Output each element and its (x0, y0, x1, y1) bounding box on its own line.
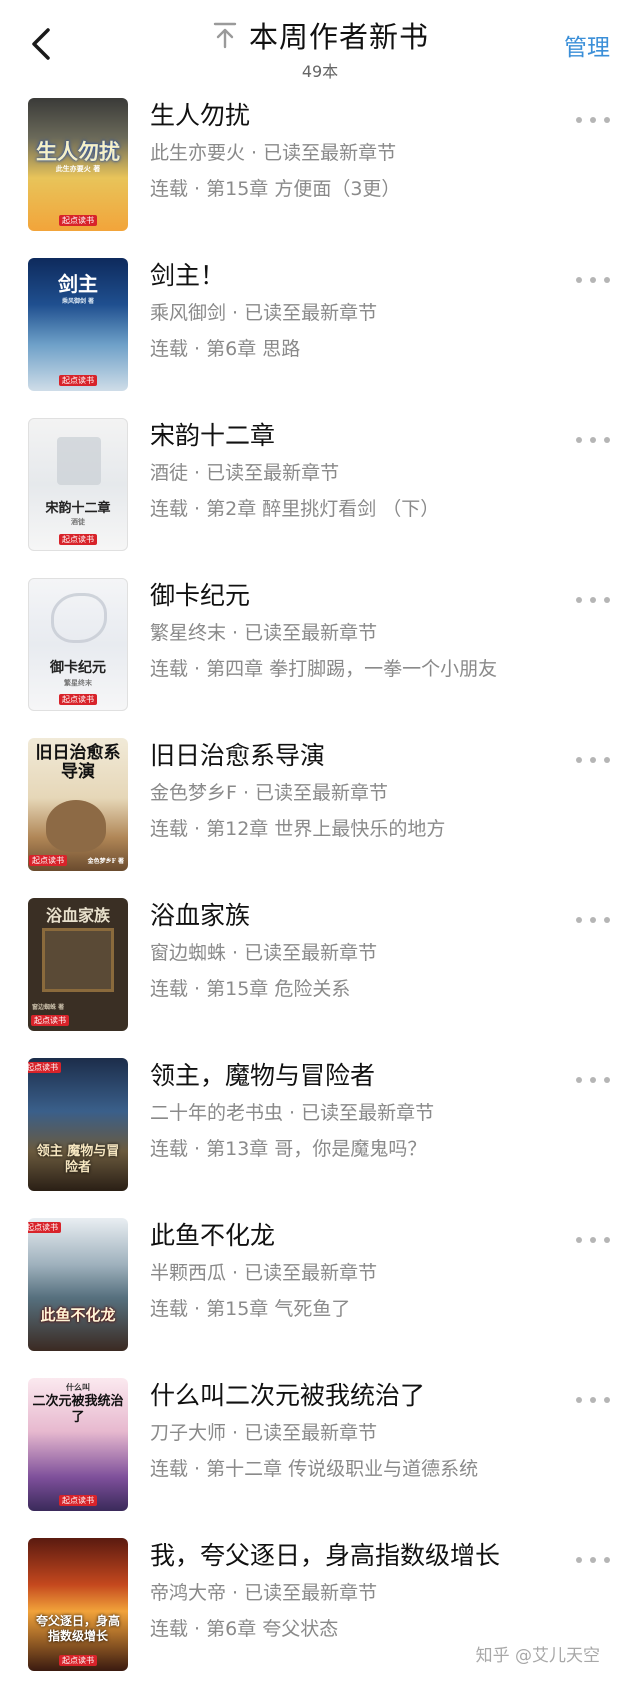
publisher-badge: 起点读书 (59, 534, 97, 545)
latest-chapter: 连载 · 第15章 危险关系 (150, 978, 351, 1000)
cover-title: 二次元被我统治了 (32, 1394, 124, 1425)
list-item[interactable]: 剑主 乘风御剑 著 起点读书 剑主！ 乘风御剑 · 已读至最新章节 连载 · 第… (0, 248, 640, 408)
book-cover[interactable]: 宋韵十二章 酒徒 起点读书 (28, 418, 128, 551)
book-title: 什么叫二次元被我统治了 (150, 1381, 426, 1410)
list-item[interactable]: 旧日治愈系导演 金色梦乡F 著 起点读书 旧日治愈系导演 金色梦乡F · 已读至… (0, 728, 640, 888)
more-horizontal-icon[interactable] (576, 1554, 610, 1566)
list-item[interactable]: 起点读书 领主 魔物与冒险者 领主，魔物与冒险者 二十年的老书虫 · 已读至最新… (0, 1048, 640, 1208)
cover-title: 旧日治愈系导演 (35, 743, 121, 782)
more-horizontal-icon[interactable] (576, 434, 610, 446)
more-horizontal-icon[interactable] (576, 1394, 610, 1406)
book-title: 领主，魔物与冒险者 (150, 1061, 376, 1090)
latest-chapter: 连载 · 第15章 方便面（3更） (150, 178, 401, 200)
title-block: 本周作者新书 49本 (0, 14, 640, 82)
book-author-status: 刀子大师 · 已读至最新章节 (150, 1422, 378, 1444)
book-cover[interactable]: 生人勿扰 此生亦要火 著 起点读书 (28, 98, 128, 231)
book-author-status: 帝鸿大帝 · 已读至最新章节 (150, 1582, 378, 1604)
list-item[interactable]: 浴血家族 窗边蜘蛛 著 起点读书 浴血家族 窗边蜘蛛 · 已读至最新章节 连载 … (0, 888, 640, 1048)
book-count: 49本 (301, 62, 339, 81)
publisher-badge: 起点读书 (29, 855, 67, 866)
book-title: 御卡纪元 (150, 581, 251, 610)
latest-chapter: 连载 · 第四章 拳打脚踢，一拳一个小朋友 (150, 658, 498, 680)
latest-chapter: 连载 · 第13章 哥，你是魔鬼吗？ (150, 1138, 427, 1160)
top-bar: 本周作者新书 49本 管理 (0, 0, 640, 88)
page-title: 本周作者新书 (248, 20, 429, 54)
cover-frame (42, 928, 114, 992)
more-horizontal-icon[interactable] (576, 914, 610, 926)
watermark: 知乎 @艾儿天空 (475, 1646, 600, 1666)
cover-title: 浴血家族 (45, 906, 110, 925)
book-title: 剑主！ (150, 261, 226, 290)
cover-author: 酒徒 (71, 517, 85, 526)
more-horizontal-icon[interactable] (576, 114, 610, 126)
cover-art (51, 593, 107, 643)
more-horizontal-icon[interactable] (576, 754, 610, 766)
list-item[interactable]: 什么叫 二次元被我统治了 起点读书 什么叫二次元被我统治了 刀子大师 · 已读至… (0, 1368, 640, 1528)
book-author-status: 乘风御剑 · 已读至最新章节 (150, 302, 378, 324)
book-list: 生人勿扰 此生亦要火 著 起点读书 生人勿扰 此生亦要火 · 已读至最新章节 连… (0, 88, 640, 1684)
book-author-status: 金色梦乡F · 已读至最新章节 (150, 782, 389, 804)
list-item[interactable]: 生人勿扰 此生亦要火 著 起点读书 生人勿扰 此生亦要火 · 已读至最新章节 连… (0, 88, 640, 248)
latest-chapter: 连载 · 第6章 思路 (150, 338, 301, 360)
cover-author: 此生亦要火 著 (55, 164, 101, 173)
cover-title: 夸父逐日，身高指数级增长 (35, 1614, 120, 1643)
cover-author: 繁星终末 (64, 678, 92, 687)
publisher-badge: 起点读书 (59, 694, 97, 705)
book-cover[interactable]: 浴血家族 窗边蜘蛛 著 起点读书 (28, 898, 128, 1031)
more-horizontal-icon[interactable] (576, 1234, 610, 1246)
latest-chapter: 连载 · 第2章 醉里挑灯看剑 （下） (150, 498, 440, 520)
book-title: 旧日治愈系导演 (150, 741, 326, 770)
book-cover[interactable]: 御卡纪元 繁星终末 起点读书 (28, 578, 128, 711)
publisher-badge: 起点读书 (59, 1655, 97, 1666)
cover-prefix: 什么叫 (66, 1382, 90, 1392)
book-author-status: 窗边蜘蛛 · 已读至最新章节 (150, 942, 378, 964)
list-item[interactable]: 宋韵十二章 酒徒 起点读书 宋韵十二章 酒徒 · 已读至最新章节 连载 · 第2… (0, 408, 640, 568)
book-cover[interactable]: 旧日治愈系导演 金色梦乡F 著 起点读书 (28, 738, 128, 871)
book-author-status: 二十年的老书虫 · 已读至最新章节 (150, 1102, 435, 1124)
cover-art (57, 437, 101, 485)
cover-title: 领主 魔物与冒险者 (36, 1144, 120, 1175)
cover-title: 宋韵十二章 (45, 501, 111, 516)
publisher-badge: 起点读书 (59, 215, 97, 226)
publisher-badge: 起点读书 (28, 1062, 61, 1073)
more-horizontal-icon[interactable] (576, 594, 610, 606)
book-cover[interactable]: 起点读书 领主 魔物与冒险者 (28, 1058, 128, 1191)
book-cover[interactable]: 起点读书 此鱼不化龙 (28, 1218, 128, 1351)
book-cover[interactable]: 夸父逐日，身高指数级增长 起点读书 (28, 1538, 128, 1671)
list-item[interactable]: 起点读书 此鱼不化龙 此鱼不化龙 半颗西瓜 · 已读至最新章节 连载 · 第15… (0, 1208, 640, 1368)
book-title: 我，夸父逐日，身高指数级增长 (150, 1541, 501, 1570)
book-title: 浴血家族 (150, 901, 251, 930)
publisher-badge: 起点读书 (28, 1222, 61, 1233)
book-title: 此鱼不化龙 (150, 1221, 276, 1250)
cover-title: 御卡纪元 (50, 660, 106, 676)
cover-title: 此鱼不化龙 (40, 1306, 116, 1324)
book-author-status: 半颗西瓜 · 已读至最新章节 (150, 1262, 378, 1284)
list-item[interactable]: 御卡纪元 繁星终末 起点读书 御卡纪元 繁星终末 · 已读至最新章节 连载 · … (0, 568, 640, 728)
latest-chapter: 连载 · 第6章 夸父状态 (150, 1618, 339, 1640)
cat-illustration (46, 800, 106, 852)
publisher-badge: 起点读书 (59, 375, 97, 386)
cover-title: 生人勿扰 (36, 139, 120, 164)
book-cover[interactable]: 什么叫 二次元被我统治了 起点读书 (28, 1378, 128, 1511)
latest-chapter: 连载 · 第15章 气死鱼了 (150, 1298, 351, 1320)
publisher-badge: 起点读书 (31, 1015, 69, 1026)
publisher-badge: 起点读书 (59, 1495, 97, 1506)
cover-title: 剑主 (58, 272, 98, 296)
book-author-status: 酒徒 · 已读至最新章节 (150, 462, 340, 484)
latest-chapter: 连载 · 第12章 世界上最快乐的地方 (150, 818, 446, 840)
book-title: 生人勿扰 (150, 101, 251, 130)
more-horizontal-icon[interactable] (576, 1074, 610, 1086)
book-cover[interactable]: 剑主 乘风御剑 著 起点读书 (28, 258, 128, 391)
book-title: 宋韵十二章 (150, 421, 276, 450)
cover-author: 窗边蜘蛛 著 (32, 1004, 65, 1011)
scroll-to-top-icon[interactable] (211, 20, 239, 50)
book-author-status: 此生亦要火 · 已读至最新章节 (150, 142, 397, 164)
more-horizontal-icon[interactable] (576, 274, 610, 286)
cover-author: 乘风御剑 著 (61, 298, 95, 305)
manage-button[interactable]: 管理 (564, 28, 610, 62)
book-author-status: 繁星终末 · 已读至最新章节 (150, 622, 378, 644)
latest-chapter: 连载 · 第十二章 传说级职业与道德系统 (150, 1458, 479, 1480)
